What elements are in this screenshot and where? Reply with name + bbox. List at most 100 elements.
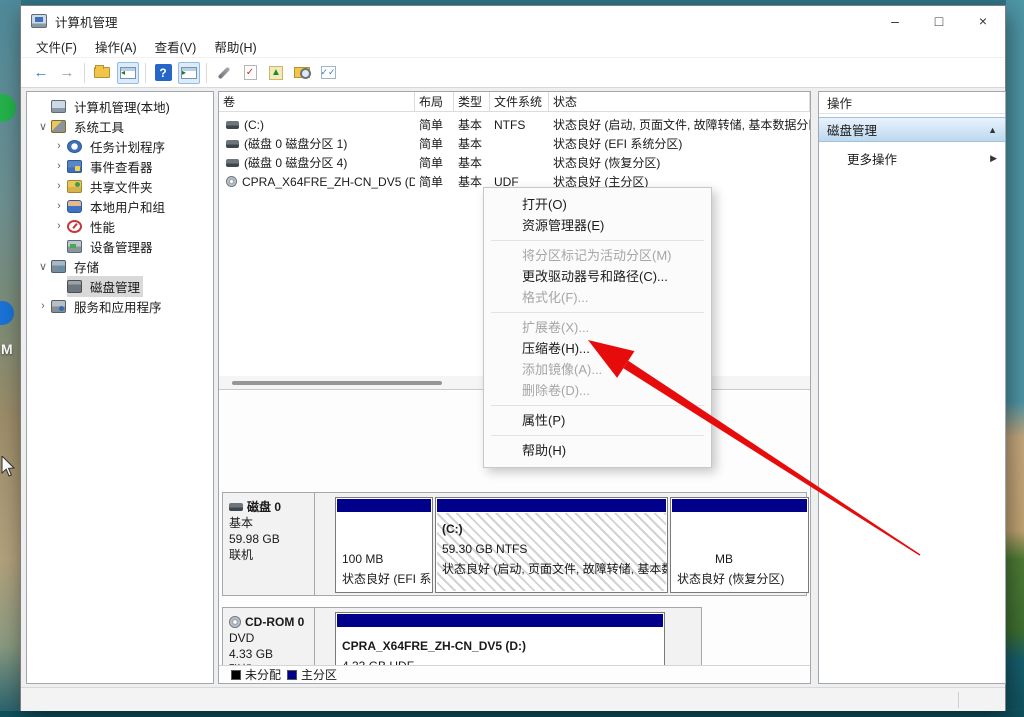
- menu-bar: 文件(F) 操作(A) 查看(V) 帮助(H): [21, 36, 1005, 58]
- storage-icon: [51, 259, 66, 273]
- menu-item-shrink-volume[interactable]: 压缩卷(H)...: [484, 338, 711, 359]
- menu-separator: [491, 312, 704, 313]
- menu-separator: [491, 240, 704, 241]
- tree-item-disk-management[interactable]: 磁盘管理: [27, 275, 213, 297]
- volume-row-c[interactable]: (C:) 简单 基本 NTFS 状态良好 (启动, 页面文件, 故障转储, 基本…: [219, 115, 810, 134]
- folder-search-icon[interactable]: [291, 62, 313, 84]
- volume-row-partition4[interactable]: (磁盘 0 磁盘分区 4) 简单 基本 状态良好 (恢复分区): [219, 153, 810, 172]
- disk-icon: [229, 503, 243, 511]
- window-title: 计算机管理: [55, 15, 118, 30]
- menu-item-add-mirror: 添加镜像(A)...: [522, 362, 603, 377]
- cd-drive-icon: [229, 616, 241, 628]
- disk-0-label[interactable]: 磁盘 0 基本 59.98 GB 联机: [223, 493, 315, 595]
- tree-item-services-applications[interactable]: › 服务和应用程序: [27, 296, 213, 316]
- scrollbar-thumb[interactable]: [232, 381, 442, 385]
- desktop-shortcut-icon-green[interactable]: [0, 94, 16, 122]
- actions-title: 操作: [819, 92, 1005, 114]
- status-bar: [21, 687, 1005, 711]
- tree-item-task-scheduler[interactable]: › 任务计划程序: [27, 136, 213, 156]
- volume-icon: [226, 139, 239, 148]
- partition-recovery[interactable]: MB 状态良好 (恢复分区): [670, 497, 809, 593]
- cdrom-0-label[interactable]: CD-ROM 0 DVD 4.33 GB 联机: [223, 608, 315, 665]
- help-icon[interactable]: ?: [152, 62, 174, 84]
- expander[interactable]: ›: [51, 180, 67, 192]
- shared-folders-icon: [67, 179, 82, 193]
- tree-item-device-manager[interactable]: 设备管理器: [27, 236, 213, 256]
- window-controls: – □ ×: [873, 6, 1005, 36]
- up-arrow-icon[interactable]: ▲: [265, 62, 287, 84]
- collapse-icon[interactable]: ▲: [988, 125, 997, 135]
- tree-item-storage[interactable]: ∨ 存储: [27, 256, 213, 276]
- tree-item-computer-management-local[interactable]: 计算机管理(本地): [27, 96, 213, 116]
- users-icon: [67, 199, 82, 213]
- legend-unallocated-label: 未分配: [245, 668, 282, 682]
- check-document-icon[interactable]: ✓: [239, 62, 261, 84]
- column-status[interactable]: 状态: [549, 92, 810, 111]
- expander[interactable]: ›: [51, 160, 67, 172]
- menu-item-properties[interactable]: 属性(P): [484, 410, 711, 431]
- more-actions-item[interactable]: 更多操作 ▶: [819, 146, 1005, 170]
- toolbar-separator: [206, 62, 207, 83]
- partition-dvd[interactable]: CPRA_X64FRE_ZH-CN_DV5 (D:) 4.33 GB UDF 状…: [335, 612, 665, 665]
- task-scheduler-icon: [67, 139, 82, 153]
- menu-item-format: 格式化(F)...: [522, 290, 589, 305]
- menu-item-help[interactable]: 帮助(H): [484, 440, 711, 461]
- tree-item-local-users-groups[interactable]: › 本地用户和组: [27, 196, 213, 216]
- minimize-button[interactable]: –: [873, 6, 917, 36]
- expander[interactable]: ∨: [35, 120, 51, 133]
- column-filesystem[interactable]: 文件系统: [490, 92, 549, 111]
- checklist-icon[interactable]: ✓✓: [317, 62, 339, 84]
- console-tree-panel: 计算机管理(本地) ∨ 系统工具 › 任务计划程序 › 事件查看器 › 共享文件…: [26, 91, 214, 684]
- expander[interactable]: ›: [51, 140, 67, 152]
- tree-item-shared-folders[interactable]: › 共享文件夹: [27, 176, 213, 196]
- partition-context-menu: 打开(O) 资源管理器(E) 将分区标记为活动分区(M) 更改驱动器号和路径(C…: [483, 187, 712, 468]
- menu-help[interactable]: 帮助(H): [205, 36, 265, 57]
- expander[interactable]: ∨: [35, 260, 51, 273]
- submenu-arrow-icon: ▶: [990, 152, 997, 163]
- column-type[interactable]: 类型: [454, 92, 490, 111]
- partition-efi[interactable]: 100 MB 状态良好 (EFI 系统分区): [335, 497, 433, 593]
- show-console-tree-icon[interactable]: ◂: [117, 61, 139, 84]
- tree-item-system-tools[interactable]: ∨ 系统工具: [27, 116, 213, 136]
- tree-item-performance[interactable]: › 性能: [27, 216, 213, 236]
- menu-item-extend-volume: 扩展卷(X)...: [522, 320, 590, 335]
- back-icon[interactable]: ←: [30, 62, 52, 84]
- close-button[interactable]: ×: [961, 6, 1005, 36]
- disk-0-group: 磁盘 0 基本 59.98 GB 联机 100 MB 状态良好 (EFI 系统分…: [222, 492, 809, 596]
- partition-c[interactable]: (C:) 59.30 GB NTFS 状态良好 (启动, 页面文件, 故障转储,…: [435, 497, 668, 593]
- menu-action[interactable]: 操作(A): [86, 36, 146, 57]
- tools-icon: [51, 119, 66, 133]
- volume-table-header: 卷 布局 类型 文件系统 状态: [219, 92, 810, 112]
- menu-item-change-drive-letter[interactable]: 更改驱动器号和路径(C)...: [484, 266, 711, 287]
- menu-item-open[interactable]: 打开(O): [484, 194, 711, 215]
- desktop-shortcut-icon-blue[interactable]: [0, 301, 14, 325]
- forward-icon[interactable]: →: [56, 62, 78, 84]
- menu-item-explorer[interactable]: 资源管理器(E): [484, 215, 711, 236]
- cdrom-0-group: CD-ROM 0 DVD 4.33 GB 联机 CPRA_X64FRE_ZH-C…: [222, 607, 702, 665]
- performance-icon: [67, 219, 82, 233]
- expander[interactable]: ›: [51, 220, 67, 232]
- partition-color-bar: [437, 499, 666, 512]
- menu-separator: [491, 435, 704, 436]
- tree-item-event-viewer[interactable]: › 事件查看器: [27, 156, 213, 176]
- column-layout[interactable]: 布局: [415, 92, 454, 111]
- desktop-shortcut-label: M: [1, 341, 13, 357]
- computer-icon: [51, 99, 66, 113]
- toolbar: ← → ◂ ? ▸ ✓ ▲ ✓✓: [21, 58, 1005, 87]
- screwdriver-icon[interactable]: [213, 62, 235, 84]
- actions-group-disk-management[interactable]: 磁盘管理 ▲: [819, 117, 1005, 142]
- cd-icon: [226, 176, 237, 187]
- column-volume[interactable]: 卷: [219, 92, 415, 111]
- maximize-button[interactable]: □: [917, 6, 961, 36]
- expander[interactable]: ›: [51, 200, 67, 212]
- legend: 未分配 主分区: [219, 665, 810, 683]
- volume-row-partition1[interactable]: (磁盘 0 磁盘分区 1) 简单 基本 状态良好 (EFI 系统分区): [219, 134, 810, 153]
- expander[interactable]: ›: [35, 300, 51, 312]
- export-list-icon[interactable]: [91, 62, 113, 84]
- services-icon: [51, 299, 66, 313]
- legend-primary-label: 主分区: [301, 668, 338, 682]
- menu-separator: [491, 405, 704, 406]
- show-action-pane-icon[interactable]: ▸: [178, 61, 200, 84]
- menu-view[interactable]: 查看(V): [146, 36, 206, 57]
- menu-file[interactable]: 文件(F): [27, 36, 86, 57]
